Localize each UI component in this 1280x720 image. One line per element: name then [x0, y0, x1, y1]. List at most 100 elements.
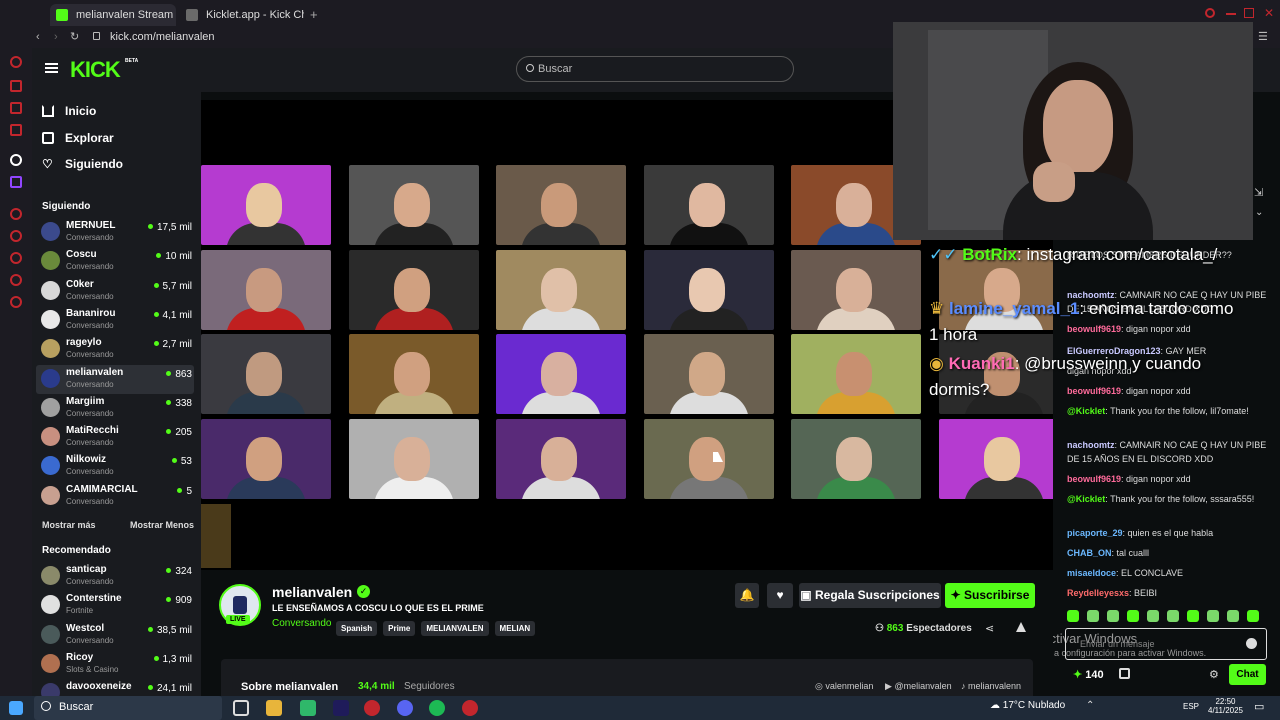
back-icon[interactable]: ‹ [36, 31, 40, 43]
emote-icon[interactable] [1207, 610, 1219, 622]
forward-icon[interactable]: › [54, 31, 58, 43]
nav-siguiendo[interactable]: ♡ Siguiendo [42, 154, 123, 174]
chat-username[interactable]: @Kicklet [1067, 406, 1105, 416]
sidebar-channel-santicap[interactable]: santicap Conversando 324 [36, 562, 194, 591]
twitch-icon[interactable] [10, 176, 22, 188]
maximize-icon[interactable] [1244, 8, 1254, 18]
notification-icon[interactable]: ▭ [1254, 700, 1264, 713]
chat-username[interactable]: beowulf9619 [1067, 386, 1121, 396]
chevron-up-icon[interactable]: ⌃ [1086, 700, 1094, 711]
sidebar-channel-mernuel[interactable]: MERNUEL Conversando 17,5 mil [36, 218, 194, 247]
aria-icon[interactable] [10, 56, 22, 68]
channel-points[interactable]: ✦ 140 [1073, 668, 1104, 681]
gift-icon[interactable] [1119, 668, 1130, 679]
sidebar-channel-nilkowiz[interactable]: Nilkowiz Conversando 53 [36, 452, 194, 481]
search-input[interactable]: Buscar [516, 56, 794, 82]
discord-icon[interactable] [397, 700, 413, 716]
sidebar-channel-coscu[interactable]: Coscu Conversando 10 mil [36, 247, 194, 276]
nav-inicio[interactable]: Inicio [42, 101, 96, 121]
close-icon[interactable]: ✕ [1264, 6, 1274, 20]
bookmark-icon[interactable] [10, 230, 22, 242]
gift-subs-button[interactable]: ▣ Regala Suscripciones [799, 583, 941, 608]
sidebar-channel-conterstine[interactable]: Conterstine Fortnite 909 [36, 591, 194, 620]
chat-username[interactable]: @Kicklet [1067, 494, 1105, 504]
emote-icon[interactable] [1087, 610, 1099, 622]
kick-logo[interactable]: KICK [70, 57, 121, 83]
windows-start-icon[interactable] [9, 701, 23, 715]
emote-icon[interactable] [1147, 610, 1159, 622]
tab-kicklet[interactable]: Kicklet.app - Kick Chatbo [180, 4, 304, 26]
social-youtube[interactable]: ▶ @melianvalen [885, 681, 952, 692]
kick-sidebar-icon[interactable] [10, 154, 22, 166]
share-icon[interactable]: ⋖ [985, 622, 994, 635]
stream-category[interactable]: Conversando [272, 618, 331, 629]
sidebar-channel-matirecchi[interactable]: MatiRecchi Conversando 205 [36, 423, 194, 452]
notify-button[interactable]: 🔔 [735, 583, 759, 608]
language-indicator[interactable]: ESP [1183, 702, 1199, 711]
sidebar-channel-westcol[interactable]: Westcol Conversando 38,5 mil [36, 621, 194, 650]
file-explorer-icon[interactable] [266, 700, 282, 716]
emote-icon[interactable] [1187, 610, 1199, 622]
url-field[interactable]: kick.com/melianvalen [110, 31, 215, 43]
emote-icon[interactable] [1167, 610, 1179, 622]
opera-taskbar-icon[interactable] [364, 700, 380, 716]
instagram-icon[interactable] [10, 102, 22, 114]
report-icon[interactable] [1016, 622, 1026, 632]
chat-collapse-icon[interactable]: ⇲ [1254, 186, 1263, 199]
menu-icon[interactable] [45, 63, 58, 65]
emote-icon[interactable] [1067, 610, 1079, 622]
sidebar-channel-bananirou[interactable]: Bananirou Conversando 4,1 mil [36, 306, 194, 335]
tag[interactable]: MELIANVALEN [421, 621, 489, 636]
chat-username[interactable]: misaeldoce [1067, 568, 1116, 578]
new-tab-icon[interactable]: + [310, 7, 318, 22]
messenger-icon[interactable] [10, 80, 22, 92]
follow-button[interactable]: ♥ [767, 583, 793, 608]
easy-setup-icon[interactable]: ☰ [1258, 30, 1268, 43]
premiere-icon[interactable] [333, 700, 349, 716]
emote-icon[interactable] [1107, 610, 1119, 622]
sidebar-channel-margiim[interactable]: Margiim Conversando 338 [36, 394, 194, 423]
tag[interactable]: Prime [383, 621, 416, 636]
tag[interactable]: MELIAN [494, 621, 536, 636]
history-icon[interactable] [10, 208, 22, 220]
extensions-icon[interactable] [10, 274, 22, 286]
clock[interactable]: 22:50 4/11/2025 [1208, 697, 1243, 715]
chat-username[interactable]: nachoomtz [1067, 440, 1115, 450]
channel-name[interactable]: melianvalen [272, 584, 352, 600]
social-instagram[interactable]: ◎ valenmelian [815, 681, 873, 692]
sidebar-channel-rageylo[interactable]: rageylo Conversando 2,7 mil [36, 335, 194, 364]
emote-icon[interactable] [1227, 610, 1239, 622]
show-more-link[interactable]: Mostrar más [42, 520, 96, 530]
spotify-icon[interactable] [429, 700, 445, 716]
app-b-icon[interactable] [300, 700, 316, 716]
weather-widget[interactable]: ☁ 17°C Nublado [990, 700, 1065, 711]
downloads-icon[interactable] [10, 252, 22, 264]
tab-melianvalen[interactable]: melianvalen Stream - [50, 4, 176, 26]
chat-chevron-down-icon[interactable]: ⌄ [1255, 207, 1263, 218]
emoji-icon[interactable] [1246, 638, 1257, 649]
nav-explorar[interactable]: Explorar [42, 128, 114, 148]
show-less-link[interactable]: Mostrar Menos [130, 520, 194, 530]
emote-icon[interactable] [1247, 610, 1259, 622]
chat-username[interactable]: beowulf9619 [1067, 474, 1121, 484]
tiktok-icon[interactable] [10, 124, 22, 136]
reload-icon[interactable]: ↻ [70, 30, 79, 43]
settings-icon[interactable] [10, 296, 22, 308]
sidebar-channel-c0ker[interactable]: C0ker Conversando 5,7 mil [36, 277, 194, 306]
minimize-icon[interactable] [1226, 13, 1236, 15]
tag[interactable]: Spanish [336, 621, 378, 636]
chat-input[interactable]: Enviar un mensaje [1065, 628, 1267, 660]
chat-send-button[interactable]: Chat [1229, 664, 1266, 685]
chat-username[interactable]: beowulf9619 [1067, 324, 1121, 334]
social-tiktok[interactable]: ♪ melianvalenn [961, 681, 1021, 691]
emote-icon[interactable] [1127, 610, 1139, 622]
sidebar-channel-melianvalen[interactable]: melianvalen Conversando 863 [36, 364, 194, 394]
sidebar-channel-ricoy[interactable]: Ricoy Slots & Casino 1,3 mil [36, 650, 194, 679]
chat-settings-icon[interactable]: ⚙ [1209, 668, 1219, 681]
opera-gx-icon[interactable] [462, 700, 478, 716]
task-view-icon[interactable] [233, 700, 249, 716]
chat-username[interactable]: picaporte_29 [1067, 528, 1123, 538]
browser-search-icon[interactable] [1205, 8, 1215, 18]
chat-username[interactable]: Reydelleyesxs [1067, 588, 1129, 598]
subscribe-button[interactable]: ✦ Suscribirse [945, 583, 1035, 608]
